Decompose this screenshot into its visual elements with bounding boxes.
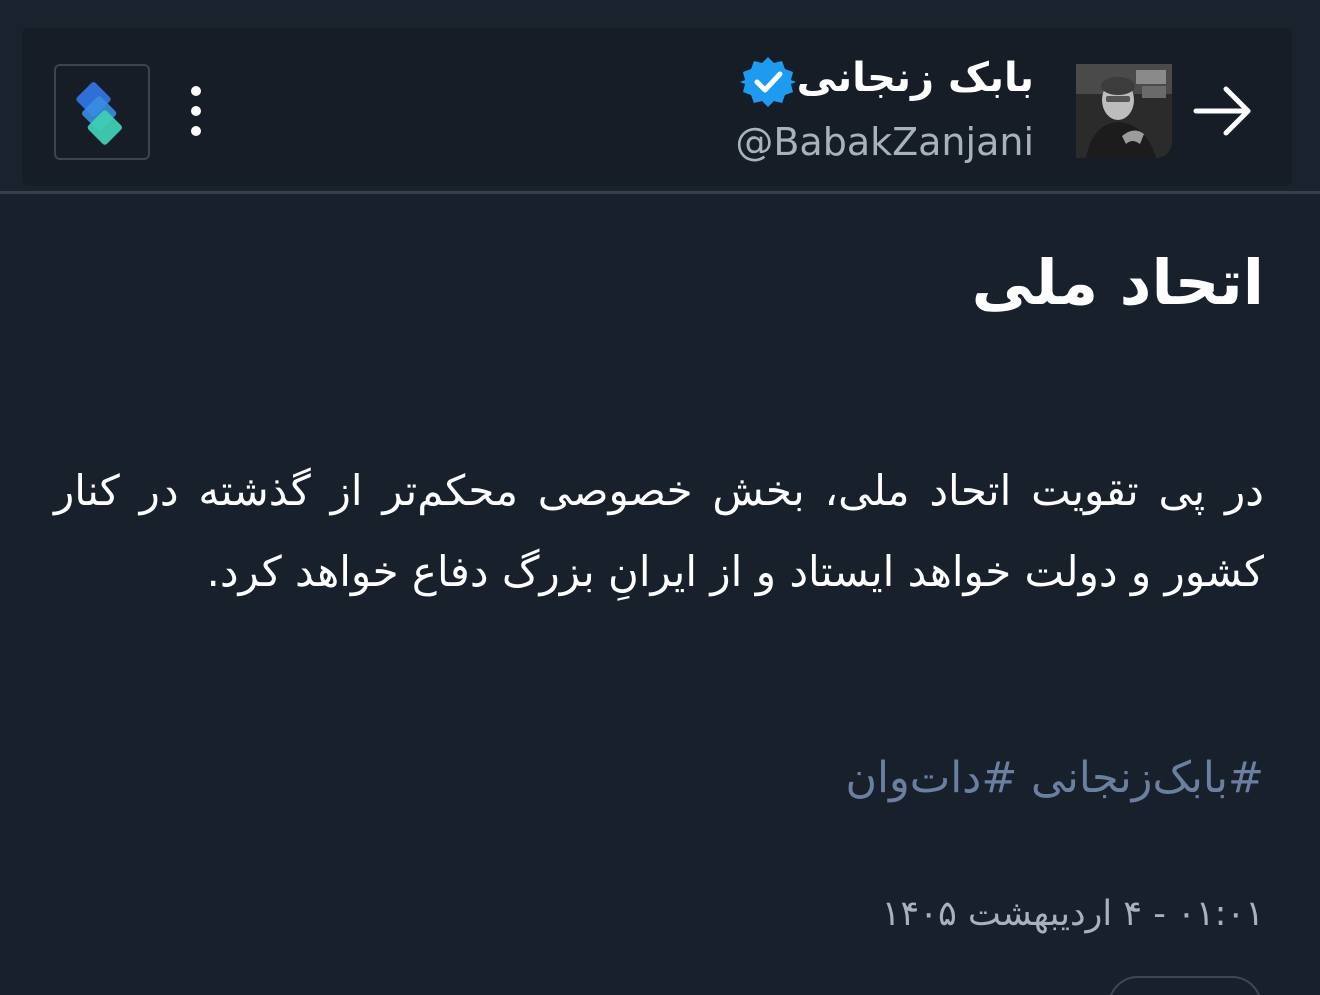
hashtag-row: #بابک‌زنجانی #دات‌وان bbox=[845, 738, 1264, 818]
avatar[interactable] bbox=[1076, 64, 1172, 158]
tweet-timestamp[interactable]: ۰۱:۰۱ - ۴ اردیبهشت ۱۴۰۵ bbox=[882, 884, 1264, 944]
tweet-title: اتحاد ملی bbox=[971, 246, 1264, 319]
user-handle[interactable]: @BabakZanjani bbox=[735, 114, 1034, 170]
hashtag-link[interactable]: #بابک‌زنجانی bbox=[1031, 753, 1264, 803]
tweet-body: در پی تقویت اتحاد ملی، بخش خصوصی محکم‌تر… bbox=[54, 466, 1264, 596]
verified-badge-icon bbox=[740, 54, 796, 110]
bottom-action-button[interactable] bbox=[1108, 976, 1262, 995]
hashtag-link[interactable]: #دات‌وان bbox=[845, 753, 1017, 803]
app-logo-icon[interactable] bbox=[54, 64, 150, 160]
back-arrow-icon[interactable] bbox=[1190, 78, 1256, 144]
header-divider bbox=[0, 191, 1320, 194]
display-name[interactable]: بابک زنجانی bbox=[797, 50, 1034, 106]
tweet-page: بابک زنجانی @BabakZanjani اتحاد ملی در پ… bbox=[0, 0, 1320, 995]
more-options-icon[interactable] bbox=[180, 84, 212, 140]
